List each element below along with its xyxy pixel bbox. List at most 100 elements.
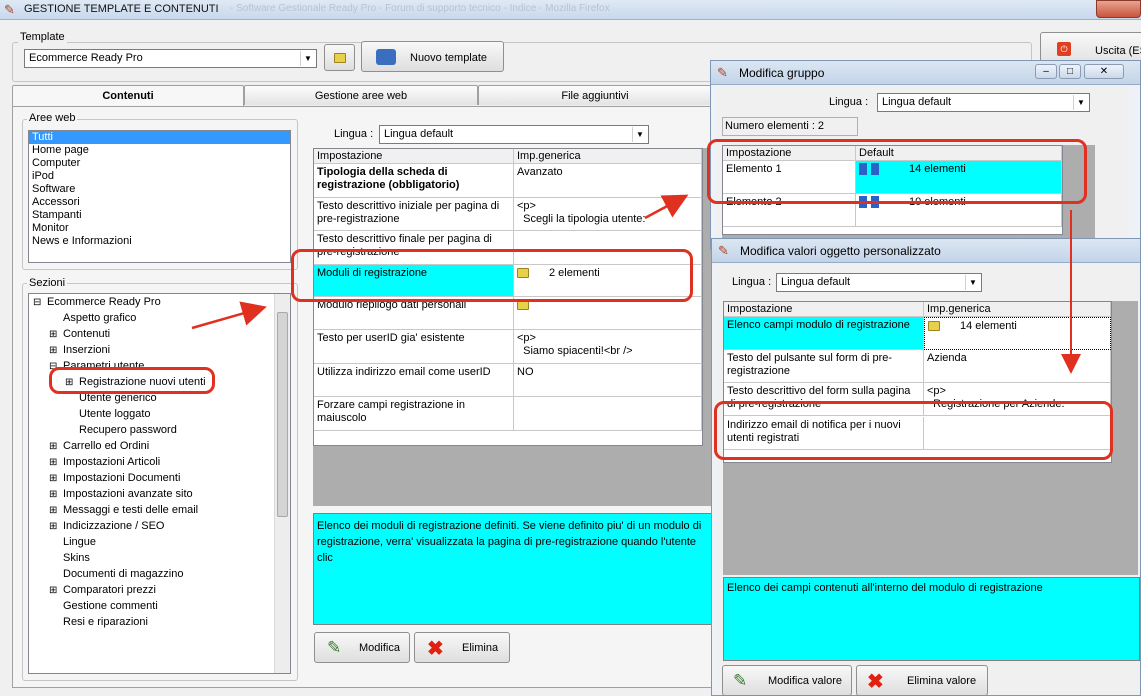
list-item[interactable]: Computer (29, 157, 290, 170)
tree-expander-icon[interactable]: ⊞ (49, 343, 61, 359)
sezioni-scrollbar[interactable] (274, 294, 290, 673)
tree-expander-icon[interactable]: ⊞ (49, 471, 61, 487)
grid-row-name: Elenco campi modulo di registrazione (724, 317, 924, 350)
tree-item[interactable]: Lingue (29, 534, 290, 550)
tree-item[interactable]: Utente loggato (29, 406, 290, 422)
chevron-down-icon[interactable]: ▼ (300, 51, 315, 66)
tab-contenuti[interactable]: Contenuti (12, 85, 244, 108)
tree-item-label: Utente loggato (79, 408, 151, 420)
gruppo-lingua-select[interactable]: Lingua default ▼ (877, 93, 1090, 112)
aree-web-list[interactable]: Tutti Home page Computer iPod Software Access… (28, 130, 291, 263)
tree-item[interactable]: ⊞ Inserzioni (29, 342, 290, 358)
tree-expander-icon[interactable]: ⊟ (33, 295, 45, 311)
tree-item[interactable]: Documenti di magazzino (29, 566, 290, 582)
tree-item[interactable]: ⊞ Indicizzazione / SEO (29, 518, 290, 534)
oggetto-titlebar: ✎ Modifica valori oggetto personalizzato (712, 239, 1140, 263)
tree-item[interactable]: Aspetto grafico (29, 310, 290, 326)
modifica-button[interactable]: ✎ Modifica (314, 632, 410, 663)
template-select[interactable]: Ecommerce Ready Pro ▼ (24, 49, 317, 68)
tree-item[interactable]: Resi e riparazioni (29, 614, 290, 630)
grid-row-name: Testo del pulsante sul form di pre-regis… (724, 350, 924, 383)
list-item[interactable]: iPod (29, 170, 290, 183)
sezioni-tree[interactable]: ⊟ Ecommerce Ready Pro Aspetto grafico ⊞ Cont… (28, 293, 291, 674)
tree-item[interactable]: ⊞ Impostazioni Documenti (29, 470, 290, 486)
modifica-valore-button[interactable]: ✎ Modifica valore (722, 665, 852, 696)
description-box: Elenco dei moduli di registrazione defin… (313, 513, 712, 625)
list-item[interactable]: Monitor (29, 222, 290, 235)
oggetto-lingua-select[interactable]: Lingua default ▼ (776, 273, 982, 292)
app-icon: ✎ (717, 65, 728, 80)
tree-item[interactable]: ⊞ Impostazioni Articoli (29, 454, 290, 470)
tree-item[interactable]: ⊞ Comparatori prezzi (29, 582, 290, 598)
grid-row-value[interactable]: 14 elementi (924, 317, 1111, 350)
grid-row-value[interactable]: NO (514, 364, 702, 397)
list-item-selected[interactable]: Tutti (29, 131, 290, 144)
main-lingua-select[interactable]: Lingua default ▼ (379, 125, 649, 144)
tree-item-label: Inserzioni (63, 344, 111, 356)
tab-gestione-aree-web[interactable]: Gestione aree web (244, 85, 478, 105)
tree-expander-icon[interactable]: ⊞ (49, 487, 61, 503)
tree-expander-icon[interactable]: ⊞ (49, 439, 61, 455)
list-item[interactable]: Accessori (29, 196, 290, 209)
list-item[interactable]: Stampanti (29, 209, 290, 222)
tree-item[interactable]: ⊞ Messaggi e testi delle email (29, 502, 290, 518)
grid-row-value[interactable]: Avanzato (514, 164, 702, 198)
tree-item[interactable]: ⊟ Ecommerce Ready Pro (29, 294, 290, 310)
tree-item-label: Indicizzazione / SEO (63, 520, 165, 532)
scrollbar-thumb[interactable] (277, 312, 288, 517)
close-button[interactable]: ✕ (1084, 64, 1124, 79)
tree-item-label: Documenti di magazzino (63, 568, 184, 580)
tree-item[interactable]: ⊞ Impostazioni avanzate sito (29, 486, 290, 502)
grid-row-value[interactable] (514, 397, 702, 431)
window-title: GESTIONE TEMPLATE E CONTENUTI (24, 3, 219, 15)
tree-item[interactable]: Skins (29, 550, 290, 566)
annotation-registrazione (49, 367, 215, 394)
oggetto-window: ✎ Modifica valori oggetto personalizzato… (711, 238, 1141, 696)
open-folder-button[interactable] (324, 44, 355, 71)
tree-item[interactable]: ⊞ Carrello ed Ordini (29, 438, 290, 454)
grid-row-value[interactable]: <p> Siamo spiacenti!<br /> (514, 330, 702, 364)
grid-row-value[interactable]: Azienda (924, 350, 1111, 383)
maximize-button[interactable]: □ (1059, 64, 1081, 79)
chevron-down-icon[interactable]: ▼ (965, 275, 980, 290)
tree-item-label: Recupero password (79, 424, 177, 436)
tree-expander-icon[interactable]: ⊞ (49, 583, 61, 599)
list-item[interactable]: Software (29, 183, 290, 196)
list-item[interactable]: News e Informazioni (29, 235, 290, 248)
folder-icon (333, 53, 346, 64)
chevron-down-icon[interactable]: ▼ (1073, 95, 1088, 110)
description-text: Elenco dei moduli di registrazione defin… (317, 520, 702, 564)
oggetto-description-box: Elenco dei campi contenuti all'interno d… (723, 577, 1140, 661)
annotation-elemento (707, 139, 1087, 204)
grid-row-value-text: NO (517, 366, 534, 378)
grid-row-name: Testo per userID gia' esistente (314, 330, 514, 364)
tree-expander-icon[interactable]: ⊞ (49, 327, 61, 343)
tree-item[interactable]: ⊞ Contenuti (29, 326, 290, 342)
tree-expander-icon[interactable]: ⊞ (49, 503, 61, 519)
new-template-label: Nuovo template (410, 52, 488, 64)
new-template-button[interactable]: Nuovo template (361, 41, 504, 72)
tree-item-label: Carrello ed Ordini (63, 440, 150, 452)
grid-row-value[interactable]: <p> Scegli la tipologia utente: (514, 198, 702, 231)
list-item[interactable]: Home page (29, 144, 290, 157)
elimina-valore-button[interactable]: ✖ Elimina valore (856, 665, 988, 696)
elimina-label: Elimina (462, 642, 499, 654)
tab-file-aggiuntivi[interactable]: File aggiuntivi (478, 85, 712, 105)
tree-expander-icon[interactable]: ⊞ (49, 455, 61, 471)
tree-expander-icon[interactable]: ⊞ (49, 519, 61, 535)
minimize-button[interactable]: – (1035, 64, 1057, 79)
tree-item-label: Messaggi e testi delle email (63, 504, 199, 516)
window-close-button[interactable] (1096, 0, 1141, 18)
oggetto-body: Lingua : Lingua default ▼ Impostazione Im… (718, 265, 1140, 696)
grid-header: Impostazione (314, 149, 514, 164)
gruppo-lingua-value: Lingua default (882, 96, 952, 108)
gruppo-count-text: Numero elementi : 2 (725, 120, 825, 132)
chevron-down-icon[interactable]: ▼ (632, 127, 647, 142)
elimina-button[interactable]: ✖ Elimina (414, 632, 510, 663)
tree-item[interactable]: Gestione commenti (29, 598, 290, 614)
annotation-moduli (291, 249, 693, 302)
tree-item[interactable]: Recupero password (29, 422, 290, 438)
tree-item-label: Ecommerce Ready Pro (47, 296, 161, 308)
grid-row-name: Utilizza indirizzo email come userID (314, 364, 514, 397)
oggetto-title: Modifica valori oggetto personalizzato (740, 244, 941, 258)
